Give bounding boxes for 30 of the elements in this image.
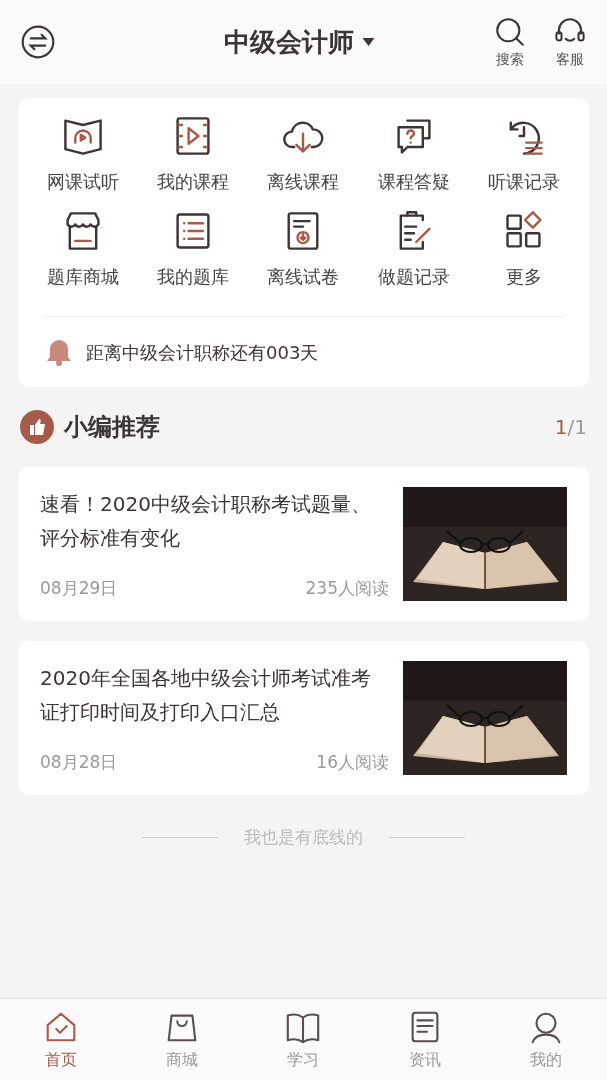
menu-item[interactable]: 离线试卷 (248, 209, 359, 290)
menu-item[interactable]: 课程答疑 (358, 114, 469, 195)
page-indicator: 1/1 (554, 414, 587, 441)
read-count: 235人阅读 (305, 576, 389, 600)
menu-item[interactable]: 我的课程 (138, 114, 249, 195)
thumbs-up-icon (20, 410, 54, 444)
menu-item[interactable]: 更多 (468, 209, 579, 290)
tab[interactable]: 首页 (0, 999, 122, 1080)
article-card[interactable]: 速看！2020中级会计职称考试题量、评分标准有变化 08月29日 235人阅读 (18, 467, 589, 621)
article-title: 2020年全国各地中级会计师考试准考证打印时间及打印入口汇总 (40, 665, 372, 726)
article-title: 速看！2020中级会计职称考试题量、评分标准有变化 (40, 491, 372, 552)
support-button[interactable]: 客服 (553, 14, 587, 70)
end-note: 我也是有底线的 (244, 826, 363, 849)
caret-icon (362, 38, 375, 46)
menu-item[interactable]: 题库商城 (28, 209, 139, 290)
section-title: 小编推荐 (64, 412, 161, 443)
menu-item[interactable]: 听课记录 (468, 114, 579, 195)
bell-icon (44, 337, 74, 367)
article-date: 08月29日 (40, 576, 118, 600)
search-button[interactable]: 搜索 (493, 14, 527, 70)
menu-item[interactable]: 网课试听 (28, 114, 139, 195)
title-dropdown[interactable]: 中级会计师 (106, 22, 493, 62)
menu-item[interactable]: 做题记录 (358, 209, 469, 290)
article-date: 08月28日 (40, 750, 118, 774)
read-count: 16人阅读 (316, 750, 389, 774)
countdown-text: 距离中级会计职称还有003天 (86, 340, 319, 365)
switch-icon[interactable] (20, 24, 56, 60)
menu-item[interactable]: 我的题库 (138, 209, 249, 290)
menu-item[interactable]: 离线课程 (248, 114, 359, 195)
article-card[interactable]: 2020年全国各地中级会计师考试准考证打印时间及打印入口汇总 08月28日 16人阅读 (18, 641, 589, 795)
